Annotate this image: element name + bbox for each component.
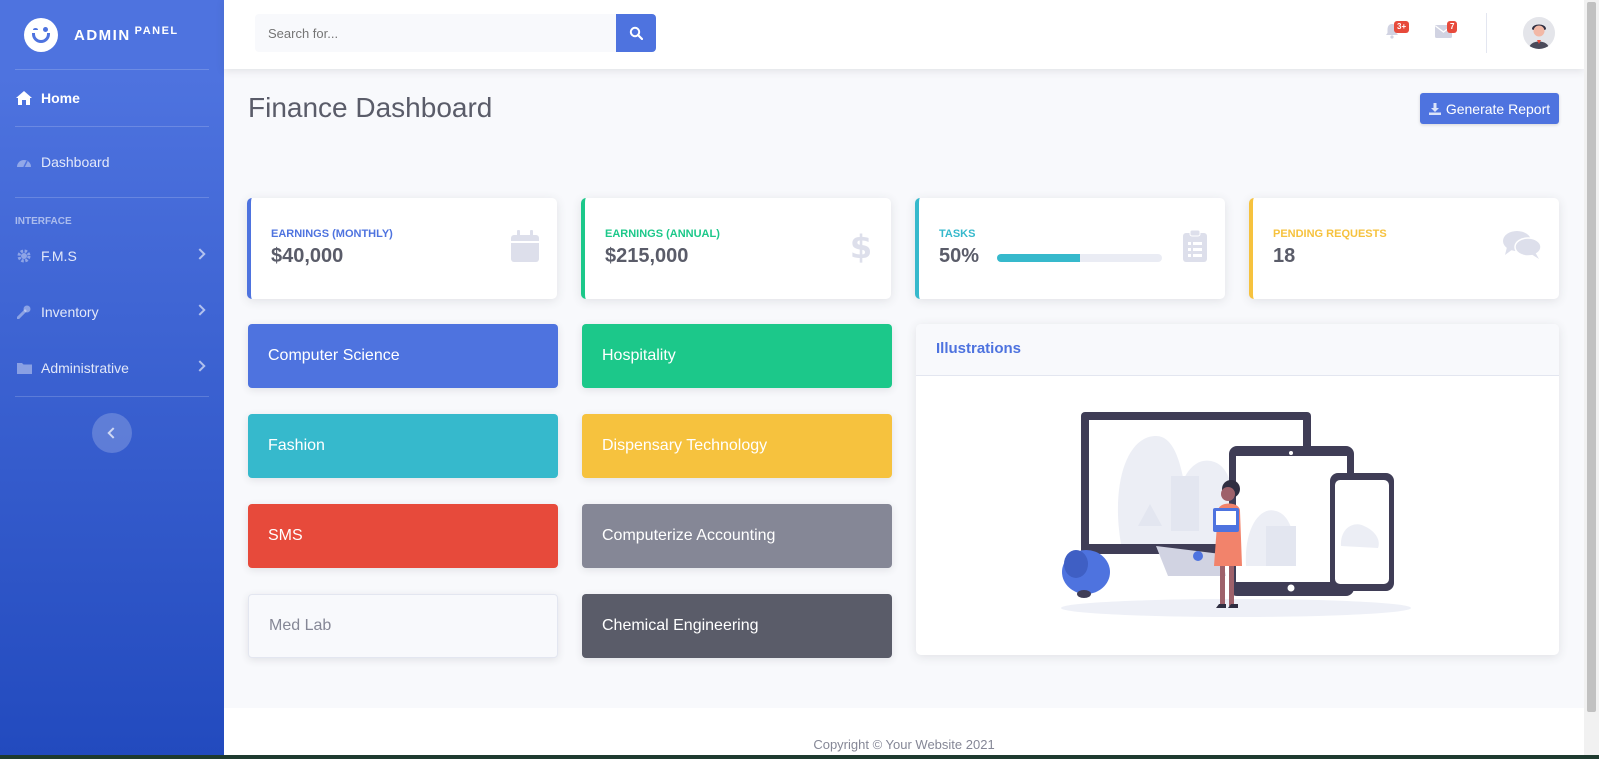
sidebar-heading: INTERFACE (15, 216, 72, 227)
scrollbar[interactable] (1584, 0, 1599, 759)
generate-report-button[interactable]: Generate Report (1420, 93, 1559, 124)
cog-icon (16, 248, 32, 264)
stat-card-tasks: Tasks 50% (915, 198, 1225, 299)
sidebar-item-home[interactable]: Home (0, 70, 224, 126)
sidebar-item-label: Inventory (41, 304, 99, 320)
sidebar-divider (15, 396, 209, 397)
stat-value: 50% (939, 245, 980, 267)
page-title: Finance Dashboard (248, 92, 493, 123)
chevron-right-icon (194, 360, 206, 372)
sidebar-toggle-button[interactable] (92, 413, 132, 453)
brand[interactable]: ADMIN PANEL (0, 0, 224, 69)
user-avatar[interactable] (1523, 17, 1555, 49)
topbar: 3+ 7 (224, 0, 1584, 69)
laugh-wink-icon (24, 17, 58, 52)
copyright-text: Copyright © Your Website 2021 (813, 737, 995, 752)
brand-text: ADMIN PANEL (74, 25, 179, 44)
tile-fashion[interactable]: Fashion (248, 414, 558, 478)
messages-badge: 7 (1447, 21, 1458, 33)
download-icon (1428, 102, 1441, 115)
folder-icon (16, 360, 32, 376)
messages-dropdown[interactable]: 7 (1435, 21, 1458, 43)
chevron-right-icon (194, 304, 206, 316)
sidebar-item-label: F.M.S (41, 248, 77, 264)
illustrations-card: Illustrations (916, 324, 1559, 655)
stat-value: $215,000 (605, 245, 689, 267)
home-icon (16, 90, 32, 106)
tile-sms[interactable]: SMS (248, 504, 558, 568)
alerts-badge: 3+ (1394, 21, 1410, 33)
tile-dispensary-technology[interactable]: Dispensary Technology (582, 414, 892, 478)
sidebar-item-label: Home (41, 90, 80, 106)
stat-card-earnings-annual: Earnings (Annual) $215,000 $ (581, 198, 891, 299)
search-input[interactable] (255, 14, 616, 52)
tile-computer-science[interactable]: Computer Science (248, 324, 558, 388)
tasks-progress-bar (997, 254, 1162, 262)
stat-label: Earnings (Monthly) (271, 228, 393, 240)
sidebar-item-fms[interactable]: F.M.S (0, 228, 224, 284)
chevron-right-icon (194, 248, 206, 260)
search-icon (629, 26, 643, 40)
stat-value: $40,000 (271, 245, 344, 267)
svg-text:$: $ (851, 230, 871, 264)
generate-report-label: Generate Report (1445, 100, 1551, 117)
footer: Copyright © Your Website 2021 (224, 708, 1584, 759)
tachometer-icon (16, 154, 32, 170)
stat-card-pending-requests: Pending Requests 18 (1249, 198, 1559, 299)
wrench-icon (16, 304, 32, 320)
topbar-divider (1486, 13, 1487, 53)
bottom-strip (0, 755, 1599, 759)
scrollbar-thumb[interactable] (1587, 2, 1596, 712)
search-form (255, 14, 656, 52)
stat-label: Tasks (939, 228, 976, 240)
stat-label: Pending Requests (1273, 228, 1387, 240)
illustrations-title: Illustrations (916, 324, 1559, 376)
sidebar-item-administrative[interactable]: Administrative (0, 340, 224, 396)
search-button[interactable] (616, 14, 656, 52)
tasks-progress-fill (997, 254, 1080, 262)
dollar-icon: $ (851, 230, 871, 264)
calendar-icon (511, 230, 539, 262)
devices-illustration (1061, 412, 1411, 617)
brand-name: ADMIN (74, 27, 131, 44)
sidebar-item-label: Dashboard (41, 154, 110, 170)
tile-computerize-accounting[interactable]: Computerize Accounting (582, 504, 892, 568)
sidebar: ADMIN PANEL Home Dashboard INTERFACE F.M.… (0, 0, 224, 759)
stat-value: 18 (1273, 245, 1296, 267)
comments-icon (1503, 231, 1541, 259)
tile-chemical-engineering[interactable]: Chemical Engineering (582, 594, 892, 658)
sidebar-item-dashboard[interactable]: Dashboard (0, 127, 224, 197)
tile-hospitality[interactable]: Hospitality (582, 324, 892, 388)
stat-card-earnings-monthly: Earnings (Monthly) $40,000 (247, 198, 557, 299)
user-avatar-icon (1523, 17, 1555, 49)
brand-suffix: PANEL (134, 25, 179, 37)
sidebar-item-inventory[interactable]: Inventory (0, 284, 224, 340)
alerts-dropdown[interactable]: 3+ (1384, 21, 1410, 43)
stat-label: Earnings (Annual) (605, 228, 720, 240)
clipboard-icon (1183, 230, 1207, 262)
tile-med-lab[interactable]: Med Lab (248, 594, 558, 658)
sidebar-item-label: Administrative (41, 360, 129, 376)
